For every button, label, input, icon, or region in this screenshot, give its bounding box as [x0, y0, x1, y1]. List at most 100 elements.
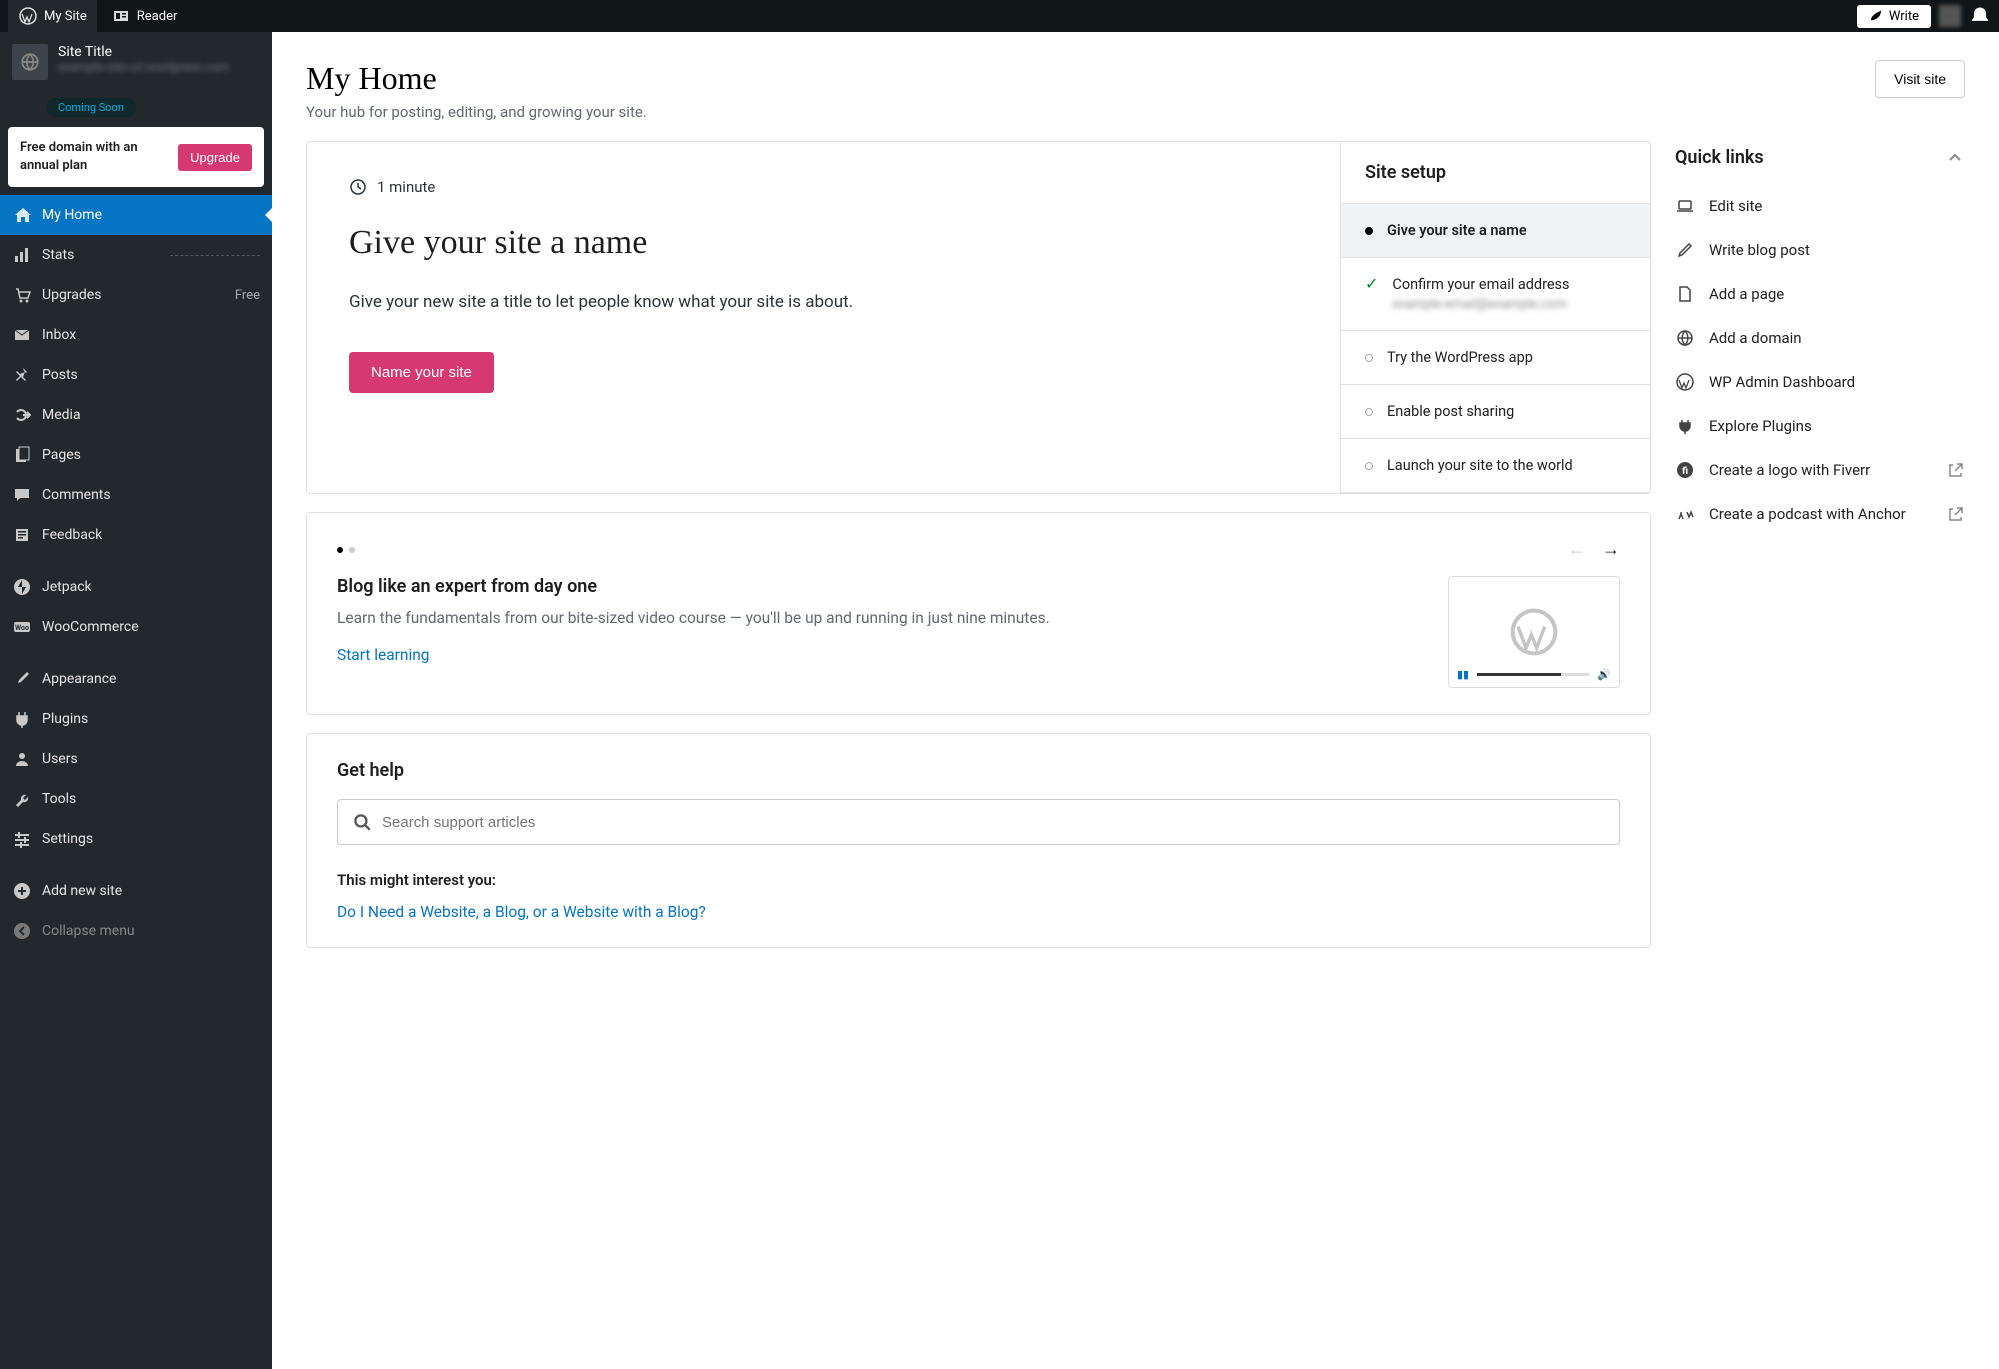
- carousel-dot[interactable]: [349, 547, 355, 553]
- quick-link-label: Create a podcast with Anchor: [1709, 505, 1906, 523]
- bullet-icon: [1365, 408, 1373, 416]
- sidebar-item-posts[interactable]: Posts: [0, 355, 272, 395]
- sidebar-item-tools[interactable]: Tools: [0, 779, 272, 819]
- sidebar-item-feedback[interactable]: Feedback: [0, 515, 272, 555]
- notifications-icon[interactable]: [1969, 5, 1991, 27]
- quick-links-heading: Quick links: [1675, 147, 1764, 168]
- sidebar-item-label: Stats: [42, 247, 74, 263]
- stats-icon: [12, 245, 32, 265]
- quick-link[interactable]: Add a domain: [1675, 316, 1965, 360]
- volume-icon[interactable]: 🔊: [1597, 668, 1611, 681]
- visit-site-button[interactable]: Visit site: [1875, 60, 1965, 98]
- reader-icon: [111, 6, 131, 26]
- carousel-next[interactable]: →: [1602, 539, 1620, 560]
- sidebar-item-woo[interactable]: WooWooCommerce: [0, 607, 272, 647]
- wp-icon: [1675, 372, 1695, 392]
- site-setup-card: 1 minute Give your site a name Give your…: [306, 141, 1651, 494]
- page-subtitle: Your hub for posting, editing, and growi…: [306, 103, 647, 121]
- topbar-reader-label: Reader: [137, 9, 178, 24]
- quick-link[interactable]: Edit site: [1675, 184, 1965, 228]
- sidebar-item-label: Appearance: [42, 671, 116, 687]
- start-learning-link[interactable]: Start learning: [337, 646, 430, 664]
- topbar: My Site Reader Write: [0, 0, 1999, 32]
- sidebar-item-stats[interactable]: Stats: [0, 235, 272, 275]
- form-icon: [12, 525, 32, 545]
- external-link-icon: [1947, 505, 1965, 523]
- help-search-input[interactable]: [382, 814, 1605, 831]
- carousel-title: Blog like an expert from day one: [337, 576, 1424, 597]
- setup-step[interactable]: Try the WordPress app: [1341, 331, 1650, 385]
- laptop-icon: [1675, 196, 1695, 216]
- topbar-my-site-label: My Site: [44, 9, 87, 24]
- quick-link[interactable]: Add a page: [1675, 272, 1965, 316]
- site-title: Site Title: [58, 44, 260, 60]
- upgrade-button[interactable]: Upgrade: [178, 144, 252, 171]
- plug-icon: [12, 709, 32, 729]
- plugsolid-icon: [1675, 416, 1695, 436]
- quick-link[interactable]: Write blog post: [1675, 228, 1965, 272]
- sidebar-item-label: Jetpack: [42, 579, 92, 595]
- anchor-icon: [1675, 504, 1695, 524]
- setup-step[interactable]: ✓Confirm your email addressexample-email…: [1341, 258, 1650, 331]
- setup-step[interactable]: Launch your site to the world: [1341, 439, 1650, 493]
- topbar-my-site[interactable]: My Site: [8, 0, 97, 32]
- sidebar-item-home[interactable]: My Home: [0, 195, 272, 235]
- setup-step[interactable]: Give your site a name: [1341, 204, 1650, 258]
- video-thumbnail[interactable]: ▮▮ 🔊: [1448, 576, 1620, 688]
- pause-icon[interactable]: ▮▮: [1457, 668, 1469, 681]
- sidebar-item-plugins[interactable]: Plugins: [0, 699, 272, 739]
- topbar-reader[interactable]: Reader: [101, 0, 188, 32]
- sliders-icon: [12, 829, 32, 849]
- upgrade-card: Free domain with an annual plan Upgrade: [8, 127, 264, 187]
- quick-links-toggle[interactable]: Quick links: [1675, 141, 1965, 184]
- setup-step[interactable]: Enable post sharing: [1341, 385, 1650, 439]
- wordpress-logo-icon: [18, 6, 38, 26]
- site-header[interactable]: Site Title example-site-url.wordpress.co…: [0, 32, 272, 92]
- interest-heading: This might interest you:: [337, 871, 1620, 889]
- sidebar-item-users[interactable]: Users: [0, 739, 272, 779]
- sidebar-item-settings[interactable]: Settings: [0, 819, 272, 859]
- quick-link[interactable]: Create a podcast with Anchor: [1675, 492, 1965, 536]
- carousel-dots[interactable]: [337, 547, 355, 553]
- quick-link-label: Explore Plugins: [1709, 417, 1812, 435]
- carousel-dot[interactable]: [337, 547, 343, 553]
- interest-link[interactable]: Do I Need a Website, a Blog, or a Websit…: [337, 903, 706, 921]
- setup-step-label: Try the WordPress app: [1387, 349, 1533, 366]
- sidebar-item-collapse[interactable]: Collapse menu: [0, 911, 272, 951]
- sidebar-item-pages[interactable]: Pages: [0, 435, 272, 475]
- upgrade-text: Free domain with an annual plan: [20, 139, 170, 175]
- wordpress-logo-icon: [1510, 608, 1558, 656]
- user-icon: [12, 749, 32, 769]
- sidebar-item-comments[interactable]: Comments: [0, 475, 272, 515]
- help-search[interactable]: [337, 799, 1620, 845]
- carousel-prev[interactable]: ←: [1568, 539, 1586, 560]
- user-avatar[interactable]: [1939, 5, 1961, 27]
- sidebar-item-appearance[interactable]: Appearance: [0, 659, 272, 699]
- svg-text:Woo: Woo: [15, 624, 29, 632]
- write-button[interactable]: Write: [1857, 5, 1931, 28]
- sidebar-item-label: My Home: [42, 207, 102, 223]
- quick-link[interactable]: fiCreate a logo with Fiverr: [1675, 448, 1965, 492]
- comment-icon: [12, 485, 32, 505]
- write-label: Write: [1889, 9, 1919, 24]
- stats-sparkline: [170, 255, 260, 256]
- bullet-icon: [1365, 354, 1373, 362]
- setup-step-sub: example-email@example.com: [1392, 297, 1569, 312]
- name-your-site-button[interactable]: Name your site: [349, 352, 494, 393]
- sidebar-item-media[interactable]: Media: [0, 395, 272, 435]
- pin-icon: [12, 365, 32, 385]
- quick-link[interactable]: WP Admin Dashboard: [1675, 360, 1965, 404]
- video-progress[interactable]: [1477, 673, 1589, 676]
- search-icon: [352, 812, 372, 832]
- quick-link-label: Add a page: [1709, 285, 1784, 303]
- sidebar-item-label: Users: [42, 751, 78, 767]
- sidebar-item-inbox[interactable]: Inbox: [0, 315, 272, 355]
- sidebar-item-label: Posts: [42, 367, 78, 383]
- get-help-card: Get help This might interest you: Do I N…: [306, 733, 1651, 948]
- globe-icon: [1675, 328, 1695, 348]
- sidebar-item-upgrades[interactable]: UpgradesFree: [0, 275, 272, 315]
- pencil-icon: [1675, 240, 1695, 260]
- sidebar-item-addsite[interactable]: Add new site: [0, 871, 272, 911]
- quick-link[interactable]: Explore Plugins: [1675, 404, 1965, 448]
- sidebar-item-jetpack[interactable]: Jetpack: [0, 567, 272, 607]
